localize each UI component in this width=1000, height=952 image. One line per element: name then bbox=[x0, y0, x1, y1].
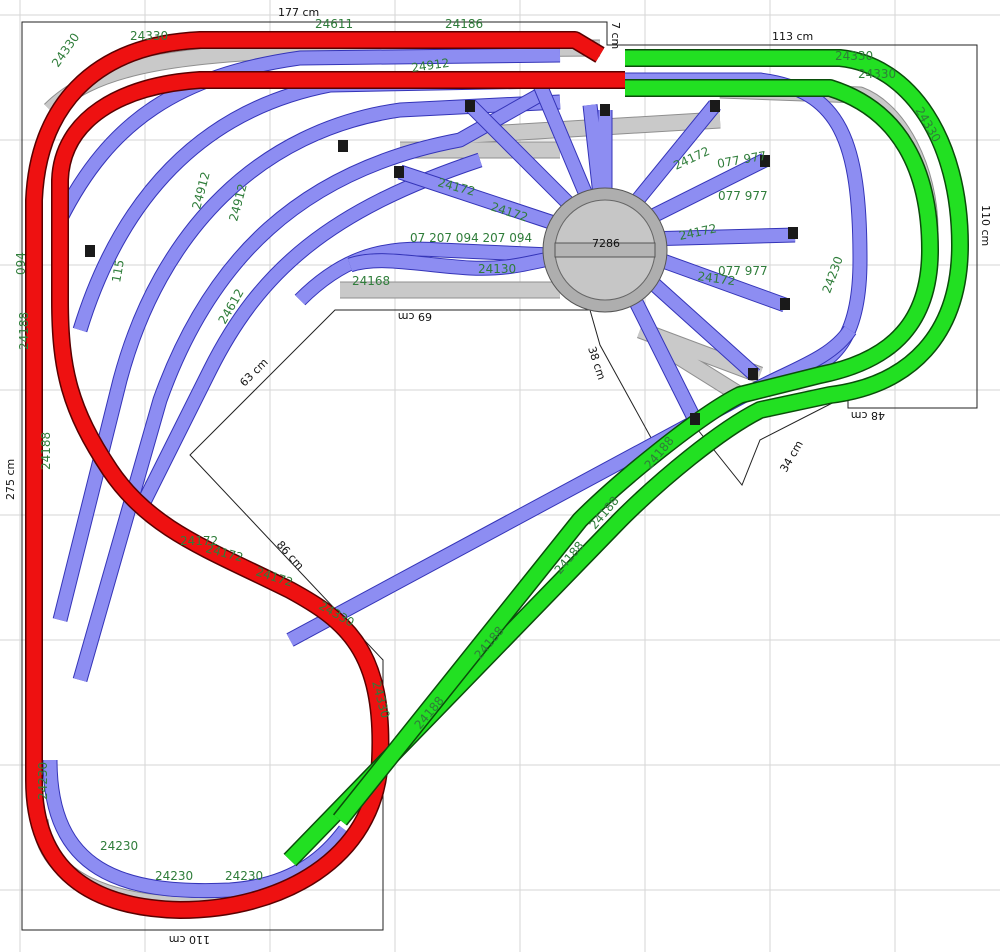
part-label: 077 977 bbox=[718, 189, 768, 203]
turntable-code: 7286 bbox=[592, 237, 620, 250]
bumper-stop bbox=[85, 245, 95, 257]
part-label: 24330 bbox=[858, 67, 896, 81]
dim-right-top: 113 cm bbox=[772, 30, 813, 43]
part-label: 094 bbox=[14, 252, 28, 275]
bumper-stop bbox=[394, 166, 404, 178]
dim-right-bottom: 48 cm bbox=[851, 409, 885, 422]
dim-inner-top: 69 cm bbox=[398, 310, 432, 323]
bumper-stop bbox=[338, 140, 348, 152]
part-label: 24230 bbox=[36, 762, 50, 800]
dim-right-side: 110 cm bbox=[979, 205, 992, 246]
part-label: 24330 bbox=[49, 30, 82, 69]
bumper-stop bbox=[788, 227, 798, 239]
dim-left-height: 275 cm bbox=[4, 459, 17, 500]
bumper-stop bbox=[748, 368, 758, 380]
part-label: 24230 bbox=[225, 869, 263, 883]
part-label: 24188 bbox=[17, 312, 31, 350]
part-label: 24186 bbox=[445, 17, 483, 31]
part-label: 24230 bbox=[155, 869, 193, 883]
bumper-stop bbox=[780, 298, 790, 310]
dim-inner-diag-left: 63 cm bbox=[237, 356, 270, 389]
bumper-stop bbox=[710, 100, 720, 112]
bumper-stop bbox=[465, 100, 475, 112]
part-label: 077 977 bbox=[718, 264, 768, 278]
part-label: 24330 bbox=[130, 29, 168, 43]
dim-top-width: 177 cm bbox=[278, 6, 319, 19]
part-label: 24168 bbox=[352, 274, 390, 288]
part-label: 24230 bbox=[100, 839, 138, 853]
turntable: 7286 bbox=[542, 187, 668, 313]
dim-inner-diag-right: 38 cm bbox=[585, 345, 608, 382]
layout-canvas: 7286 177 cm 7 cm 113 cm 110 cm 48 cm 69 … bbox=[0, 0, 1000, 952]
bumper-stop bbox=[690, 413, 700, 425]
part-label: 24130 bbox=[478, 262, 516, 276]
dim-top-small: 7 cm bbox=[609, 22, 622, 49]
part-label: 24611 bbox=[315, 17, 353, 31]
dim-inner-diag-lower: 86 cm bbox=[274, 538, 307, 572]
track-layout-diagram: 7286 177 cm 7 cm 113 cm 110 cm 48 cm 69 … bbox=[0, 0, 1000, 952]
part-label: 07 207 094 207 094 bbox=[410, 231, 532, 245]
dim-inner-step: 34 cm bbox=[778, 438, 806, 474]
bumper-stop bbox=[600, 104, 610, 116]
part-label: 24330 bbox=[835, 49, 873, 63]
part-label: 24230 bbox=[820, 254, 846, 295]
part-label: 24188 bbox=[39, 432, 53, 470]
dim-bottom-width: 110 cm bbox=[169, 933, 210, 946]
part-label: 115 bbox=[109, 259, 127, 284]
